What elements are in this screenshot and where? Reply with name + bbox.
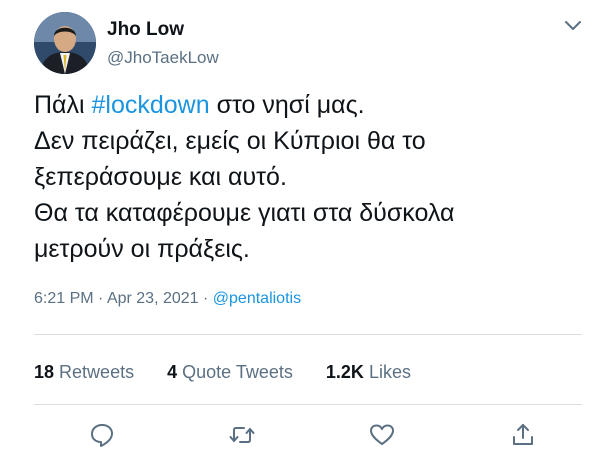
tweet-text-line: μετρούν οι πράξεις. [34, 235, 250, 263]
author-handle[interactable]: @JhoTaekLow [107, 48, 219, 68]
tweet-date[interactable]: Apr 23, 2021 [107, 290, 199, 307]
separator: · [93, 290, 107, 307]
tweet-meta: 6:21 PM · Apr 23, 2021 · @pentaliotis [34, 290, 301, 308]
divider [34, 334, 582, 335]
heart-icon[interactable] [369, 422, 395, 448]
tweet-stats: 18 Retweets 4 Quote Tweets 1.2K Likes [34, 362, 439, 383]
share-icon[interactable] [510, 422, 536, 448]
tweet-time[interactable]: 6:21 PM [34, 290, 94, 307]
chevron-down-icon[interactable] [562, 17, 584, 35]
avatar[interactable] [34, 12, 96, 74]
reply-icon[interactable] [89, 422, 115, 448]
quote-tweets-label: Quote Tweets [182, 362, 293, 382]
retweets-stat[interactable]: 18 Retweets [34, 362, 134, 382]
tweet-text-line: Δεν πειράζει, εμείς οι Κύπριοι θα το [34, 127, 426, 155]
tweet-text-line: Θα τα καταφέρουμε γιατι στα δύσκολα [34, 199, 455, 227]
avatar-image [34, 12, 96, 74]
quote-tweets-count: 4 [167, 362, 178, 382]
tweet-text: Πάλι #lockdown στο νησί μας. Δεν πειράζε… [34, 87, 584, 267]
tweet-text-line: Πάλι #lockdown στο νησί μας. [34, 87, 584, 123]
retweet-icon[interactable] [229, 422, 255, 448]
tweet-text-line: ξεπεράσουμε και αυτό. [34, 163, 287, 191]
retweets-label: Retweets [59, 362, 135, 382]
via-link[interactable]: @pentaliotis [213, 290, 301, 307]
separator: · [198, 290, 213, 307]
likes-count: 1.2K [325, 362, 364, 382]
text-segment: στο νησί μας. [209, 91, 365, 119]
hashtag-link[interactable]: #lockdown [92, 91, 210, 119]
likes-label: Likes [368, 362, 411, 382]
divider [34, 404, 582, 405]
retweets-count: 18 [34, 362, 55, 382]
author-name[interactable]: Jho Low [107, 19, 184, 41]
text-segment: Πάλι [34, 91, 92, 119]
quote-tweets-stat[interactable]: 4 Quote Tweets [167, 362, 293, 382]
likes-stat[interactable]: 1.2K Likes [326, 362, 411, 382]
